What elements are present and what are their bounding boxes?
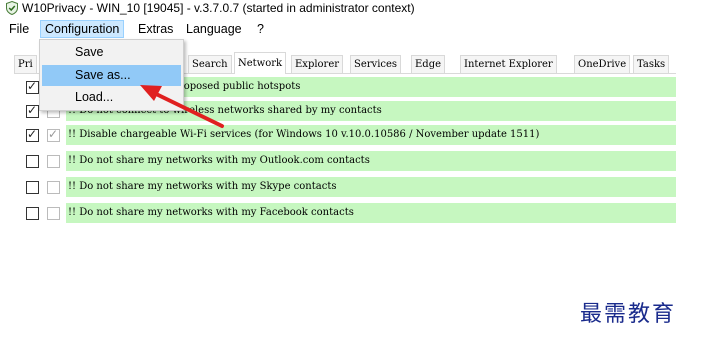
tab-explorer[interactable]: Explorer [291,55,344,73]
menu-help[interactable]: ? [253,20,268,38]
setting-label: !! Disable chargeable Wi-Fi services (fo… [66,125,676,145]
tab-services[interactable]: Services [350,55,402,73]
checkmark-icon: ✓ [48,127,59,141]
setting-label: !! Do not share my networks with my Skyp… [66,177,676,197]
setting-checkbox[interactable] [26,207,39,220]
configuration-dropdown: Save Save as... Load... [39,39,184,111]
setting-checkbox[interactable]: ✓ [26,79,39,94]
setting-row: !! Do not share my networks with my Skyp… [0,176,703,198]
tab-onedrive[interactable]: OneDrive [574,55,631,73]
menu-configuration[interactable]: Configuration [40,20,125,38]
setting-checkbox[interactable]: ✓ [26,103,39,118]
setting-checkbox[interactable] [26,155,39,168]
setting-checkbox-secondary[interactable] [47,155,60,168]
menu-item-save[interactable]: Save [42,42,181,63]
menu-item-save-as[interactable]: Save as... [42,65,181,86]
setting-row: !! Do not share my networks with my Face… [0,202,703,224]
tab-internet-explorer[interactable]: Internet Explorer [460,55,557,73]
menu-item-load[interactable]: Load... [42,87,181,108]
checkmark-icon: ✓ [27,103,38,117]
menu-bar: File Configuration Extras Language ? [0,18,703,40]
title-bar: W10Privacy - WIN_10 [19045] - v.3.7.0.7 … [0,0,703,18]
tab-tasks[interactable]: Tasks [633,55,670,73]
shield-check-icon [6,1,18,15]
watermark-text: 最需教育 [580,302,677,327]
setting-row: !! Do not share my networks with my Outl… [0,150,703,172]
tab-search[interactable]: Search [188,55,232,73]
setting-label: !! Do not share my networks with my Face… [66,203,676,223]
setting-row: ✓ ✓ !! Disable chargeable Wi-Fi services… [0,124,703,146]
tab-network[interactable]: Network [234,52,287,74]
setting-checkbox-secondary[interactable] [47,207,60,220]
tab-privacy[interactable]: Pri [14,55,37,73]
checkmark-icon: ✓ [27,127,38,141]
menu-file[interactable]: File [5,20,33,38]
setting-checkbox-secondary[interactable]: ✓ [47,127,60,142]
checkmark-icon: ✓ [27,79,38,93]
menu-language[interactable]: Language [182,20,246,38]
setting-checkbox[interactable]: ✓ [26,127,39,142]
window-title: W10Privacy - WIN_10 [19045] - v.3.7.0.7 … [22,1,415,15]
menu-extras[interactable]: Extras [134,20,177,38]
setting-label: !! Do not share my networks with my Outl… [66,151,676,171]
tab-edge[interactable]: Edge [411,55,446,73]
setting-checkbox-secondary[interactable] [47,181,60,194]
setting-checkbox[interactable] [26,181,39,194]
